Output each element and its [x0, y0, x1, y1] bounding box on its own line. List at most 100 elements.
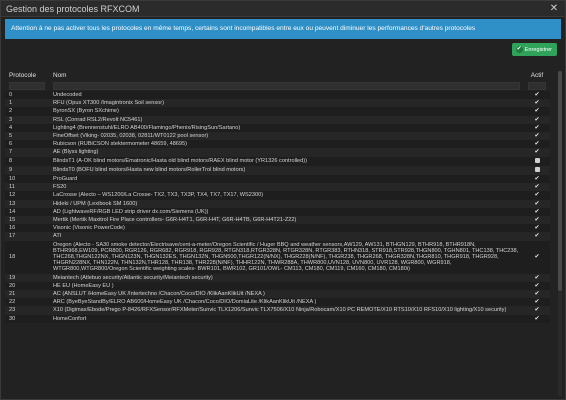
filter-id-cell	[5, 81, 49, 91]
active-cell: ✔	[524, 314, 550, 323]
active-cell: ✔	[524, 240, 550, 274]
active-cell: ✔	[524, 199, 550, 208]
protocol-name: ATI	[49, 232, 524, 241]
active-cell: ✔	[524, 273, 550, 282]
table-row: 1 RFU (Opus XT300 /Imagintronix Soil sens…	[5, 99, 550, 108]
active-checkbox-checked[interactable]: ✔	[534, 117, 540, 123]
active-cell: ✔	[524, 232, 550, 241]
active-cell: ✔	[524, 290, 550, 299]
table-row: 18 Oregon (Alecto - SA30 smoke detector/E…	[5, 240, 550, 274]
active-checkbox-checked[interactable]: ✔	[534, 141, 540, 147]
active-checkbox-checked[interactable]: ✔	[534, 275, 540, 281]
table-row: 7 AE (Blyss lighting) ✔	[5, 148, 550, 157]
table-row: 2 ByronSX (Byron SXchime) ✔	[5, 107, 550, 116]
active-cell: ✔	[524, 306, 550, 315]
active-checkbox-unchecked[interactable]	[534, 166, 540, 172]
protocol-id: 23	[5, 306, 49, 315]
header-protocole[interactable]: Protocole	[5, 69, 49, 81]
table-row: 10 ProGuard ✔	[5, 175, 550, 184]
active-checkbox-checked[interactable]: ✔	[534, 108, 540, 114]
protocol-name: Mertik (Mertik Maxitrol Fire Place contr…	[49, 216, 524, 225]
protocol-name: AD (LightwaveRF/RGB LED strip driver dx.…	[49, 207, 524, 217]
active-checkbox-checked[interactable]: ✔	[534, 209, 540, 215]
active-cell: ✔	[524, 123, 550, 133]
protocol-id: 15	[5, 216, 49, 225]
protocol-name: Oregon (Alecto - SA30 smoke detector/Ele…	[49, 240, 524, 274]
active-cell: ✔	[524, 148, 550, 157]
active-cell: ✔	[524, 224, 550, 233]
protocol-name: ByronSX (Byron SXchime)	[49, 107, 524, 116]
protocol-id: 3	[5, 115, 49, 124]
active-cell: ✔	[524, 183, 550, 192]
active-checkbox-checked[interactable]: ✔	[534, 149, 540, 155]
active-cell: ✔	[524, 216, 550, 225]
active-checkbox-checked[interactable]: ✔	[534, 217, 540, 223]
protocol-name: HomeConfort	[49, 314, 524, 323]
protocol-id: 14	[5, 207, 49, 217]
active-cell: ✔	[524, 99, 550, 108]
protocol-name: FS20	[49, 183, 524, 192]
active-cell: ✔	[524, 107, 550, 116]
active-checkbox-checked[interactable]: ✔	[534, 201, 540, 207]
active-checkbox-checked[interactable]: ✔	[534, 184, 540, 190]
active-checkbox-unchecked[interactable]	[534, 157, 540, 163]
protocol-name: Hideki / UPM (Lexibook SM 1600)	[49, 199, 524, 208]
table-row: 19 Meiantech (Atlebuo security/Atlantic s…	[5, 273, 550, 282]
active-checkbox-checked[interactable]: ✔	[534, 125, 540, 131]
header-actif[interactable]: Actif	[524, 69, 550, 81]
table-row: 8 BlindsT1 (A-OK blind motors/Ematronic/H…	[5, 156, 550, 166]
active-checkbox-checked[interactable]: ✔	[534, 299, 540, 305]
toolbar: ✔ Enregistrer	[1, 39, 565, 61]
protocol-id: 17	[5, 232, 49, 241]
protocol-name: ARC (ByeByeStandBy/ELRO AB600/HomeEasy U…	[49, 298, 524, 307]
active-cell	[524, 156, 550, 166]
table-row: 0 Undecoded ✔	[5, 91, 550, 100]
active-checkbox-checked[interactable]: ✔	[534, 307, 540, 313]
active-checkbox-checked[interactable]: ✔	[534, 133, 540, 139]
active-checkbox-checked[interactable]: ✔	[534, 192, 540, 198]
active-checkbox-checked[interactable]: ✔	[534, 100, 540, 106]
protocol-name: Undecoded	[49, 91, 524, 100]
active-checkbox-checked[interactable]: ✔	[534, 254, 540, 260]
protocol-id: 22	[5, 298, 49, 307]
protocol-id: 13	[5, 199, 49, 208]
scrollbar[interactable]	[558, 71, 562, 396]
dialog-titlebar: Gestion des protocoles RFXCOM ✕	[1, 1, 565, 17]
header-nom[interactable]: Nom	[49, 69, 524, 81]
protocol-id: 9	[5, 165, 49, 176]
table-row: 14 AD (LightwaveRF/RGB LED strip driver d…	[5, 207, 550, 217]
save-button[interactable]: ✔ Enregistrer	[511, 43, 557, 56]
active-checkbox-checked[interactable]: ✔	[534, 316, 540, 322]
active-cell: ✔	[524, 140, 550, 149]
active-checkbox-checked[interactable]: ✔	[534, 233, 540, 239]
active-checkbox-checked[interactable]: ✔	[534, 283, 540, 289]
filter-name-input[interactable]	[53, 82, 520, 90]
protocol-id: 4	[5, 123, 49, 133]
table-row: 5 FineOffset (Viking- 02035, 02038, 02811…	[5, 132, 550, 141]
close-icon[interactable]: ✕	[548, 3, 560, 14]
filter-active-input[interactable]	[528, 82, 546, 90]
table-row: 15 Mertik (Mertik Maxitrol Fire Place con…	[5, 216, 550, 225]
active-checkbox-checked[interactable]: ✔	[534, 92, 540, 98]
active-checkbox-checked[interactable]: ✔	[534, 225, 540, 231]
table-row: 30 HomeConfort ✔	[5, 314, 550, 323]
protocol-id: 10	[5, 175, 49, 184]
dialog-title: Gestion des protocoles RFXCOM	[6, 3, 140, 14]
scrollbar-thumb[interactable]	[558, 71, 562, 291]
table-row: 6 Rubicson (RUBiCSON stektermometer 48659…	[5, 140, 550, 149]
protocol-id: 5	[5, 132, 49, 141]
active-checkbox-checked[interactable]: ✔	[534, 176, 540, 182]
active-cell: ✔	[524, 115, 550, 124]
warning-alert: Attention à ne pas activer tous les prot…	[5, 19, 561, 39]
filter-id-input[interactable]	[9, 82, 45, 90]
protocol-id: 11	[5, 183, 49, 192]
active-cell: ✔	[524, 132, 550, 141]
active-cell: ✔	[524, 91, 550, 100]
protocol-name: X10 (Digimax/Ebode/Prego P-8426/RFXSenso…	[49, 306, 524, 315]
protocol-id: 0	[5, 91, 49, 100]
table-header: Protocole Nom Actif	[5, 69, 550, 81]
table-row: 23 X10 (Digimax/Ebode/Prego P-8426/RFXSen…	[5, 306, 550, 315]
protocol-id: 6	[5, 140, 49, 149]
active-checkbox-checked[interactable]: ✔	[534, 291, 540, 297]
protocol-name: Meiantech (Atlebuo security/Atlantic sec…	[49, 273, 524, 282]
